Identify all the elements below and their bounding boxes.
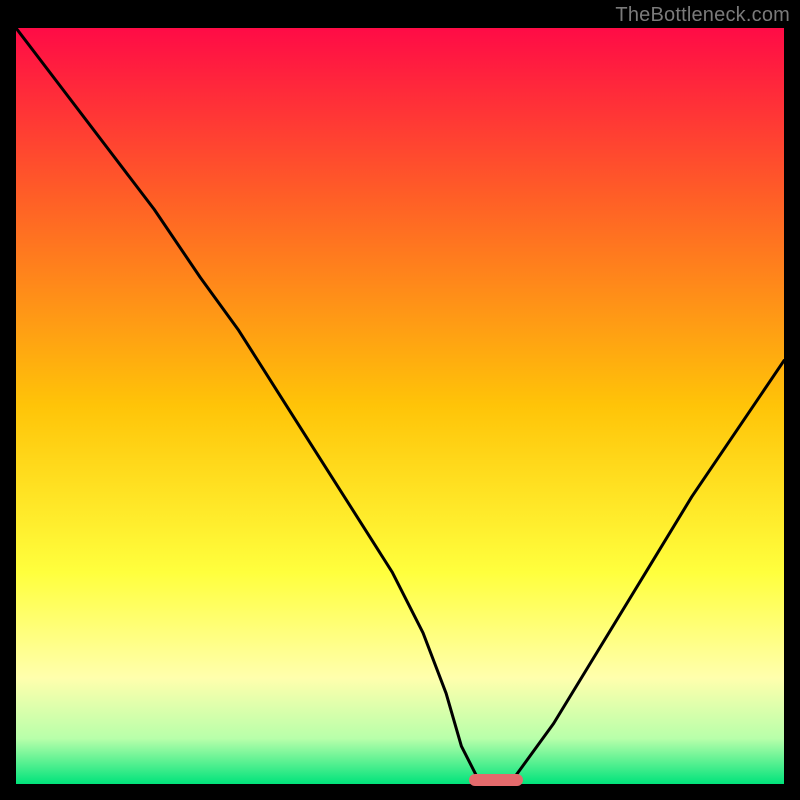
watermark-text: TheBottleneck.com xyxy=(615,4,790,27)
gradient-background xyxy=(16,28,784,784)
optimal-range-marker xyxy=(469,774,523,786)
chart-frame: TheBottleneck.com xyxy=(0,0,800,800)
plot-area xyxy=(16,28,784,784)
chart-svg xyxy=(16,28,784,784)
